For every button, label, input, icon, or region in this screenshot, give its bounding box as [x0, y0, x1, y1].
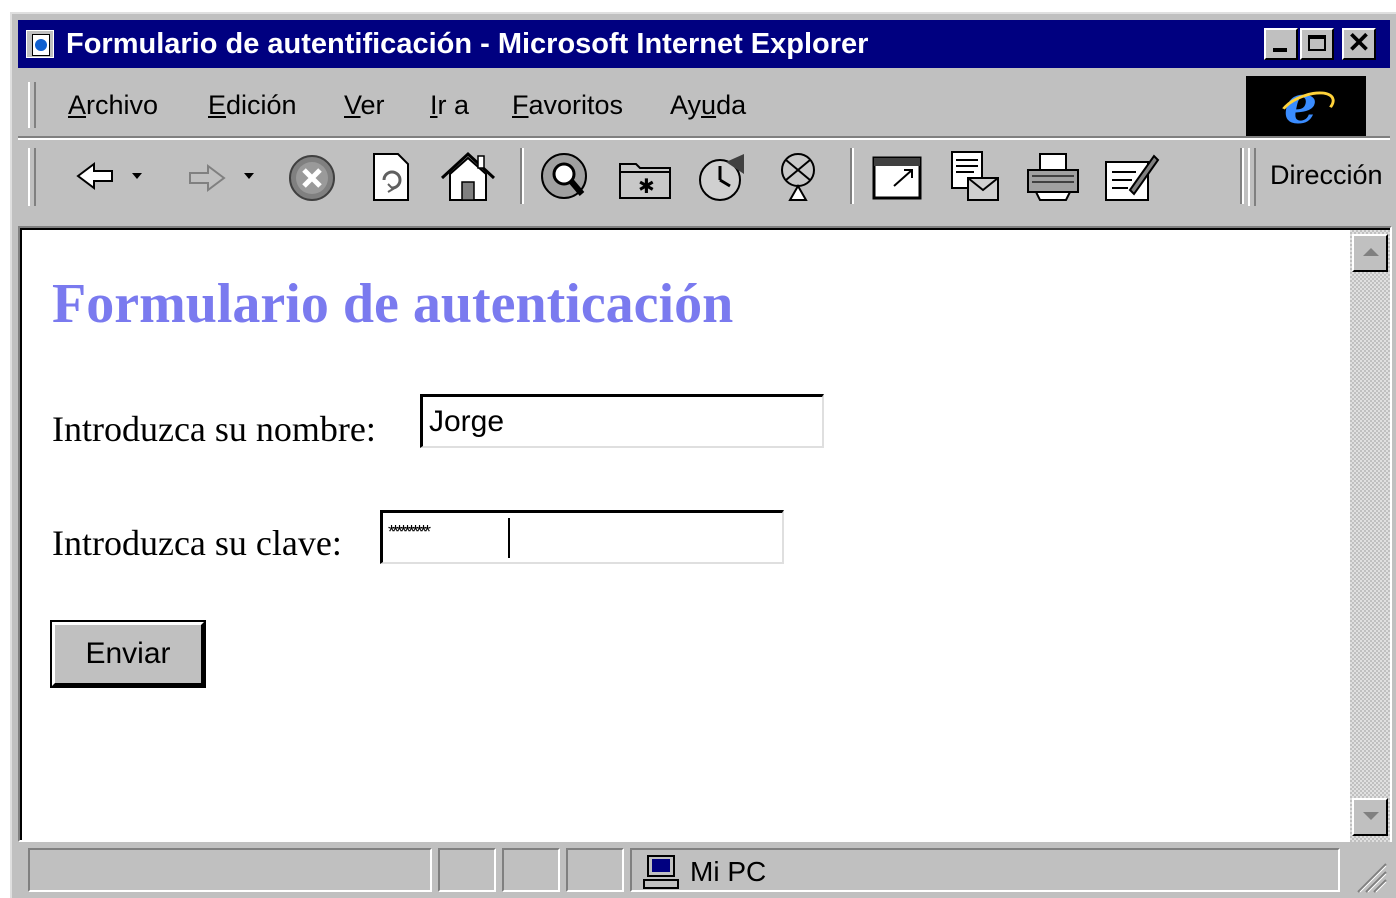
- close-button[interactable]: ✕: [1342, 27, 1376, 60]
- favorites-icon: ✱: [619, 163, 671, 199]
- name-input[interactable]: [420, 394, 824, 448]
- menu-ver[interactable]: Ver: [344, 90, 385, 121]
- window-title: Formulario de autentificación - Microsof…: [66, 28, 869, 60]
- page-title: Formulario de autenticación: [52, 273, 734, 335]
- vertical-scrollbar[interactable]: [1350, 230, 1390, 842]
- edit-button[interactable]: [1100, 148, 1164, 204]
- toolbar-divider: [520, 148, 524, 204]
- search-button[interactable]: [536, 148, 598, 204]
- toolbar-grip[interactable]: [28, 148, 36, 206]
- back-button[interactable]: [72, 148, 158, 204]
- home-button[interactable]: [438, 148, 498, 204]
- forward-arrow-icon: [189, 164, 254, 192]
- status-progress-pane: [438, 848, 496, 892]
- ie-page-icon[interactable]: [26, 30, 54, 58]
- arrow-down-icon: [1363, 812, 1379, 820]
- title-bar[interactable]: Formulario de autentificación - Microsof…: [18, 20, 1390, 68]
- channels-button[interactable]: [768, 148, 830, 204]
- refresh-button[interactable]: [362, 148, 418, 204]
- history-icon: [699, 154, 744, 201]
- menu-ayuda[interactable]: Ayuda: [670, 90, 746, 121]
- home-icon: [440, 151, 496, 201]
- stop-button[interactable]: [284, 148, 340, 204]
- mail-icon: [951, 151, 999, 201]
- forward-button[interactable]: [182, 148, 268, 204]
- svg-text:✱: ✱: [638, 174, 655, 198]
- menu-ir-a[interactable]: Ir a: [430, 90, 469, 121]
- fullscreen-icon: [872, 156, 922, 200]
- status-text-pane: [28, 848, 432, 892]
- maximize-button[interactable]: [1300, 28, 1334, 60]
- status-pane: [566, 848, 624, 892]
- minimize-button[interactable]: [1264, 28, 1298, 60]
- mail-button[interactable]: [944, 148, 1008, 204]
- text-caret: [508, 518, 510, 558]
- password-input[interactable]: [380, 510, 784, 564]
- close-icon: ✕: [1347, 27, 1371, 58]
- menu-archivo[interactable]: Archivo: [68, 90, 158, 121]
- zone-text: Mi PC: [690, 856, 767, 887]
- edit-icon: [1105, 154, 1160, 201]
- resize-grip-icon[interactable]: [1354, 860, 1388, 894]
- status-bar: Mi PC: [18, 846, 1390, 896]
- minimize-icon: [1273, 48, 1287, 52]
- browser-window: Formulario de autentificación - Microsof…: [10, 12, 1396, 898]
- maximize-icon: [1308, 35, 1326, 51]
- search-icon: [541, 153, 587, 199]
- back-arrow-icon: [76, 162, 142, 190]
- zone-pane[interactable]: Mi PC: [630, 848, 1340, 892]
- channels-icon: [781, 153, 815, 201]
- address-grip[interactable]: [1248, 148, 1256, 206]
- scroll-up-button[interactable]: [1352, 234, 1388, 272]
- name-label: Introduzca su nombre:: [52, 409, 376, 449]
- page-content: Formulario de autenticación Introduzca s…: [20, 228, 1390, 842]
- refresh-icon: [373, 153, 409, 201]
- menu-edicion[interactable]: Edición: [208, 90, 297, 121]
- menu-bar: Archivo Edición Ver Ir a Favoritos Ayuda: [18, 76, 1240, 134]
- history-button[interactable]: [690, 148, 752, 204]
- computer-icon: [643, 855, 679, 889]
- status-pane: [502, 848, 560, 892]
- toolbar-divider: [1240, 148, 1244, 204]
- favorites-button[interactable]: ✱: [614, 148, 676, 204]
- menu-favoritos[interactable]: Favoritos: [512, 90, 623, 121]
- fullscreen-button[interactable]: [866, 148, 930, 204]
- address-label[interactable]: Dirección: [1270, 160, 1383, 191]
- menubar-grip[interactable]: [28, 82, 36, 128]
- standard-toolbar: ✱ Dirección: [18, 140, 1390, 212]
- page-viewport: Formulario de autenticación Introduzca s…: [18, 226, 1392, 842]
- password-mask: **********: [388, 522, 431, 542]
- print-button[interactable]: [1022, 148, 1086, 204]
- submit-button[interactable]: Enviar: [50, 620, 206, 688]
- toolbar-divider: [850, 148, 854, 204]
- scroll-down-button[interactable]: [1352, 798, 1388, 836]
- arrow-up-icon: [1363, 248, 1379, 256]
- password-label: Introduzca su clave:: [52, 523, 342, 563]
- print-icon: [1027, 153, 1079, 201]
- stop-icon: [289, 155, 335, 201]
- ie-logo: e: [1246, 76, 1366, 136]
